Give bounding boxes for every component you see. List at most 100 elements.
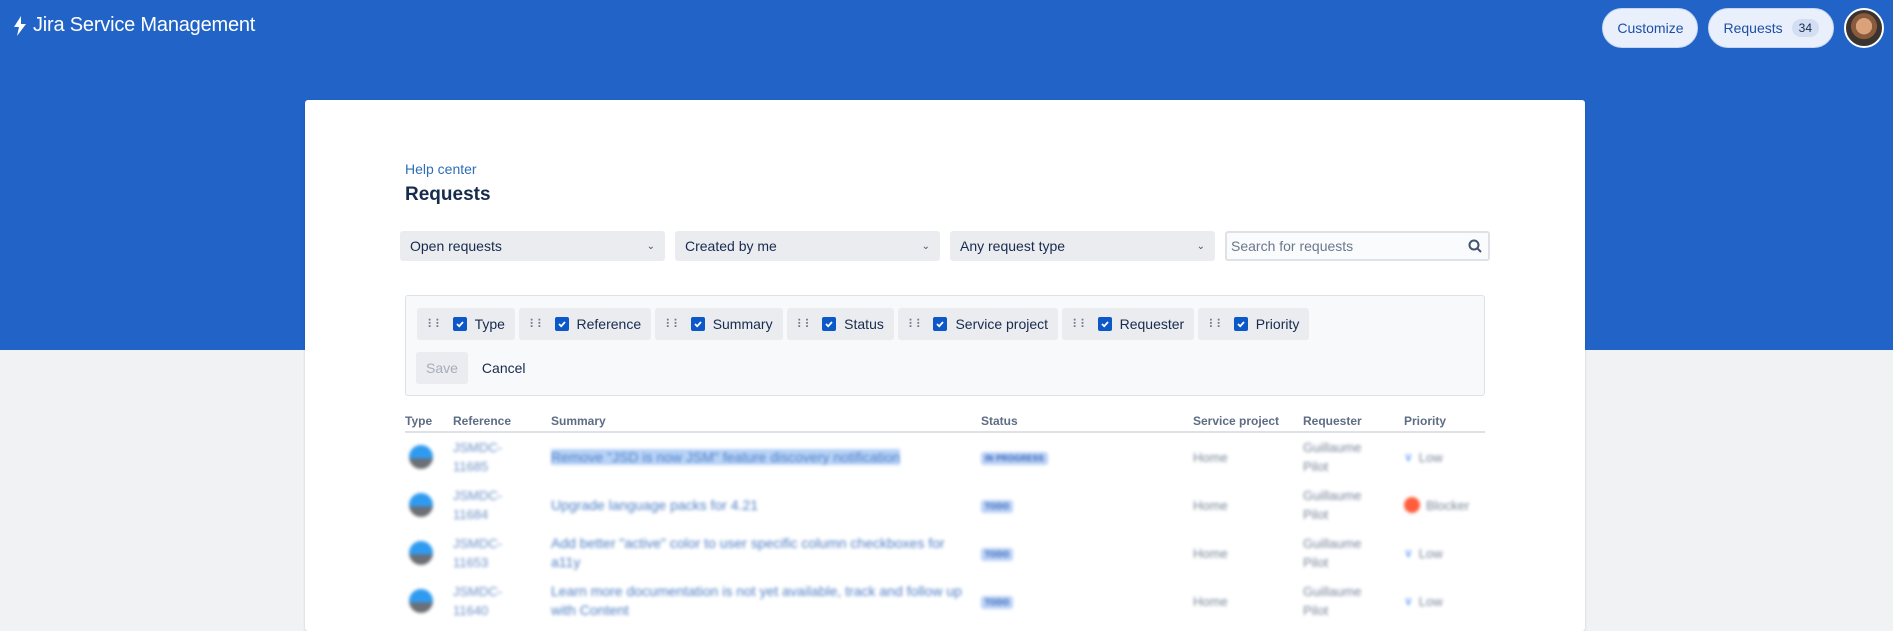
requests-table: Type Reference Summary Status Service pr… [405, 410, 1485, 625]
status-filter-select[interactable]: Open requests ⌄ [400, 231, 665, 261]
column-checkbox[interactable] [933, 317, 948, 331]
requester: Guillaume Pilot [1303, 582, 1404, 620]
column-chip[interactable]: ⠇⠇ Status [786, 308, 894, 340]
column-chip-label: Requester [1119, 316, 1185, 332]
drag-handle-icon[interactable]: ⠇⠇ [529, 317, 546, 331]
column-chip[interactable]: ⠇⠇ Service project [897, 308, 1059, 340]
priority: ∨ Low [1404, 544, 1485, 563]
column-chip[interactable]: ⠇⠇ Priority [1198, 308, 1310, 340]
checkmark-icon [825, 321, 833, 328]
summary-text: Learn more documentation is not yet avai… [551, 583, 962, 618]
requester: Guillaume Pilot [1303, 534, 1404, 572]
table-header: Type Reference Summary Status Service pr… [405, 410, 1485, 433]
low-priority-chevron-icon: ∨ [1404, 593, 1413, 608]
chevron-down-icon: ⌄ [1196, 240, 1205, 252]
table-row[interactable]: JSMDC- 11685 Remove "JSD is now JSM" featu… [405, 433, 1485, 481]
column-checkbox[interactable] [452, 317, 467, 331]
low-priority-chevron-icon: ∨ [1404, 545, 1413, 560]
service-project: Home [1193, 449, 1228, 465]
requester-first: Guillaume [1303, 440, 1362, 455]
service-project: Home [1193, 593, 1228, 609]
requester: Guillaume Pilot [1303, 486, 1404, 524]
reference-link[interactable]: JSMDC- 11640 [453, 582, 551, 620]
header-type[interactable]: Type [405, 414, 453, 428]
table-body: JSMDC- 11685 Remove "JSD is now JSM" featu… [405, 433, 1485, 625]
customize-button[interactable]: Customize [1602, 8, 1699, 48]
summary-link[interactable]: Remove "JSD is now JSM" feature discover… [551, 448, 981, 467]
column-checkbox[interactable] [554, 317, 569, 331]
column-chip[interactable]: ⠇⠇ Reference [518, 308, 652, 340]
column-checkbox[interactable] [822, 317, 837, 331]
table-row[interactable]: JSMDC- 11640 Learn more documentation is n… [405, 577, 1485, 625]
request-type-filter-value: Any request type [960, 238, 1066, 254]
requester-last: Pilot [1303, 555, 1329, 570]
priority: ∨ Low [1404, 448, 1485, 467]
requester-first: Guillaume [1303, 488, 1362, 503]
header-summary[interactable]: Summary [551, 414, 981, 428]
reference-prefix: JSMDC- [453, 584, 503, 599]
reference-number: 11653 [453, 555, 489, 570]
save-button[interactable]: Save [416, 352, 468, 384]
low-priority-chevron-icon: ∨ [1404, 449, 1413, 464]
product-logo[interactable]: Jira Service Management [13, 14, 255, 37]
column-chip-label: Reference [576, 316, 642, 332]
reference-link[interactable]: JSMDC- 11685 [453, 438, 551, 476]
breadcrumb-help-center[interactable]: Help center [405, 161, 477, 177]
requester-first: Guillaume [1303, 536, 1362, 551]
search-input[interactable] [1231, 238, 1451, 254]
header-requester[interactable]: Requester [1303, 414, 1404, 428]
drag-handle-icon[interactable]: ⠇⠇ [1072, 317, 1089, 331]
chevron-down-icon: ⌄ [921, 240, 930, 252]
search-field [1225, 231, 1490, 261]
drag-handle-icon[interactable]: ⠇⠇ [427, 317, 444, 331]
summary-text: Remove "JSD is now JSM" feature discover… [551, 448, 901, 465]
header-service-project[interactable]: Service project [1193, 414, 1303, 428]
reference-prefix: JSMDC- [453, 440, 503, 455]
filter-bar: Open requests ⌄ Created by me ⌄ Any requ… [400, 231, 1490, 261]
table-row[interactable]: JSMDC- 11684 Upgrade language packs for 4.… [405, 481, 1485, 529]
column-chip-label: Status [844, 316, 884, 332]
summary-link[interactable]: Learn more documentation is not yet avai… [551, 582, 981, 620]
page-title: Requests [405, 184, 491, 205]
column-checkbox[interactable] [690, 317, 705, 331]
status-filter-value: Open requests [410, 238, 502, 254]
request-type-icon [409, 445, 433, 469]
drag-handle-icon[interactable]: ⠇⠇ [908, 317, 925, 331]
request-type-icon [409, 493, 433, 517]
priority-label: Low [1418, 593, 1443, 609]
header-priority[interactable]: Priority [1404, 414, 1485, 428]
priority: ∨ Low [1404, 592, 1485, 611]
top-navigation: Jira Service Management Customize Reques… [0, 0, 1893, 56]
drag-handle-icon[interactable]: ⠇⠇ [665, 317, 682, 331]
header-reference[interactable]: Reference [453, 414, 551, 428]
drag-handle-icon[interactable]: ⠇⠇ [797, 317, 814, 331]
request-type-icon [409, 589, 433, 613]
column-chip[interactable]: ⠇⠇ Requester [1062, 308, 1195, 340]
reference-prefix: JSMDC- [453, 488, 503, 503]
header-status[interactable]: Status [981, 414, 1193, 428]
requests-button[interactable]: Requests 34 [1708, 8, 1834, 48]
requester-first: Guillaume [1303, 584, 1362, 599]
cancel-button[interactable]: Cancel [476, 352, 532, 384]
creator-filter-select[interactable]: Created by me ⌄ [675, 231, 940, 261]
table-row[interactable]: JSMDC- 11653 Add better "active" color to … [405, 529, 1485, 577]
avatar[interactable] [1844, 8, 1884, 48]
column-chip[interactable]: ⠇⠇ Summary [655, 308, 783, 340]
customize-label: Customize [1617, 20, 1684, 36]
requester-last: Pilot [1303, 603, 1329, 618]
summary-link[interactable]: Add better "active" color to user specif… [551, 534, 981, 572]
column-chip-label: Summary [712, 316, 773, 332]
request-type-icon [409, 541, 433, 565]
requester-last: Pilot [1303, 507, 1329, 522]
checkmark-icon [557, 321, 566, 328]
requests-label: Requests [1723, 20, 1783, 36]
reference-link[interactable]: JSMDC- 11684 [453, 486, 551, 524]
request-type-filter-select[interactable]: Any request type ⌄ [950, 231, 1215, 261]
summary-link[interactable]: Upgrade language packs for 4.21 [551, 496, 981, 515]
search-icon[interactable] [1468, 239, 1482, 253]
drag-handle-icon[interactable]: ⠇⠇ [1208, 317, 1225, 331]
column-chip[interactable]: ⠇⠇ Type [417, 308, 515, 340]
column-checkbox[interactable] [1233, 317, 1248, 331]
column-checkbox[interactable] [1097, 317, 1112, 331]
reference-link[interactable]: JSMDC- 11653 [453, 534, 551, 572]
